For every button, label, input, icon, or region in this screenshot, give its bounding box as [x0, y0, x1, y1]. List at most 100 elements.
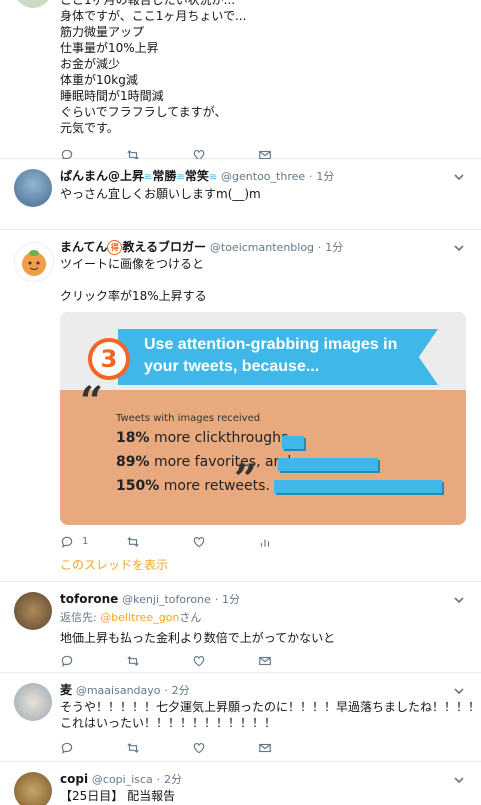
tweet-text-line2: これはいったい！！！！！！！！！！！	[60, 716, 277, 730]
stat-bar	[278, 458, 378, 471]
tweet-text-line1: ツイートに画像をつけると	[60, 257, 205, 271]
reply-prefix: 返信先:	[60, 611, 101, 624]
avatar[interactable]	[14, 169, 52, 207]
tweet-1[interactable]: ぱんまん@上昇≋常勝≋常笑≋ @gentoo_three · 1分 やっさん宜し…	[0, 159, 481, 230]
display-name[interactable]: ぱんまん@上昇	[60, 169, 144, 183]
tweet-text: やっさん宜しくお願いしますm(__)m	[60, 187, 261, 201]
intro-text: Tweets with images received	[116, 413, 261, 424]
chevron-down-icon[interactable]	[453, 774, 465, 786]
avatar[interactable]	[14, 242, 54, 282]
display-name[interactable]: copi	[60, 772, 88, 786]
tweet-text: ここ1ヶ月の報告したい状況が... 身体ですが、ここ1ヶ月ちょいで... 筋力微…	[60, 0, 467, 136]
tweet-line: 仕事量が10%上昇	[60, 41, 159, 55]
tweet-actions	[60, 650, 467, 672]
tweet-actions: 1	[60, 531, 467, 553]
wave-icon: ≋	[208, 172, 218, 183]
close-quote: ”	[234, 456, 258, 503]
tweet-0[interactable]: ここ1ヶ月の報告したい状況が... 身体ですが、ここ1ヶ月ちょいで... 筋力微…	[0, 0, 481, 161]
reply-icon	[61, 536, 73, 548]
stat-percent: 150%	[116, 478, 160, 494]
stat-percent: 18%	[116, 430, 150, 446]
separator: ·	[164, 684, 168, 697]
tweet-line: ぐらいでフラフラしてますが、	[60, 105, 227, 119]
stat-line: 18% more clickthroughs,	[116, 430, 293, 446]
tweet-header: copi @copi_isca · 2分	[60, 771, 467, 788]
analytics-button[interactable]	[258, 535, 324, 549]
display-name[interactable]: 麦	[60, 683, 72, 697]
tweet-line: ここ1ヶ月の報告したい状況が...	[60, 0, 236, 7]
retweet-icon	[127, 656, 139, 666]
tweet-line: お金が減少	[60, 57, 121, 71]
avatar[interactable]	[14, 0, 52, 8]
tweet-3[interactable]: toforone @kenji_toforone · 1分 返信先: @bell…	[0, 582, 481, 673]
reply-icon	[61, 742, 73, 754]
timestamp[interactable]: 1分	[325, 241, 343, 254]
tweet-header: ぱんまん@上昇≋常勝≋常笑≋ @gentoo_three · 1分	[60, 168, 467, 186]
separator: ·	[308, 170, 313, 183]
user-handle[interactable]: @kenji_toforone	[122, 593, 211, 606]
reply-button[interactable]	[60, 654, 126, 668]
timestamp[interactable]: 2分	[164, 773, 182, 786]
chevron-down-icon[interactable]	[453, 685, 465, 697]
reply-button[interactable]: 1	[60, 534, 126, 550]
tweet-text-line2: クリック率が18%上昇する	[60, 289, 207, 303]
separator: ·	[156, 773, 161, 786]
timestamp[interactable]: 2分	[172, 684, 190, 697]
tweet-header: toforone @kenji_toforone · 1分	[60, 591, 467, 608]
display-name[interactable]: toforone	[60, 592, 118, 606]
separator: ·	[214, 593, 219, 606]
envelope-icon	[259, 743, 271, 753]
name-badge: 得	[107, 240, 123, 255]
reply-icon	[61, 655, 73, 667]
stat-label: more favorites, and	[149, 454, 292, 470]
tweet-media[interactable]: Use attention-grabbing images in your tw…	[60, 312, 466, 525]
display-name-rest: 教えるブロガー	[122, 240, 207, 254]
tweet-line: 元気です。	[60, 121, 119, 135]
tweet-text: 【25日目】 配当報告	[60, 789, 176, 803]
timeline: ここ1ヶ月の報告したい状況が... 身体ですが、ここ1ヶ月ちょいで... 筋力微…	[0, 0, 481, 805]
heart-icon	[193, 656, 205, 667]
user-handle[interactable]: @copi_isca	[92, 773, 153, 786]
tweet-line: 身体ですが、ここ1ヶ月ちょいで...	[60, 9, 247, 23]
tweet-text: 地価上昇も払った金利より数倍で上がってかないと	[60, 631, 336, 645]
like-button[interactable]	[192, 741, 258, 755]
avatar[interactable]	[14, 592, 52, 630]
reply-button[interactable]	[60, 741, 126, 755]
stat-line: 89% more favorites, and	[116, 454, 291, 470]
wave-icon: ≋	[176, 172, 185, 183]
avatar[interactable]	[14, 683, 52, 721]
heart-icon	[193, 743, 205, 754]
tweet-actions	[60, 737, 467, 759]
reply-context: 返信先: @belltree_gonさん	[60, 610, 467, 626]
retweet-button[interactable]	[126, 741, 192, 755]
like-button[interactable]	[192, 654, 258, 668]
chevron-down-icon[interactable]	[453, 171, 465, 183]
timestamp[interactable]: 1分	[222, 593, 240, 606]
chevron-down-icon[interactable]	[453, 242, 465, 254]
dm-button[interactable]	[258, 654, 324, 668]
show-thread-link[interactable]: このスレッドを表示	[60, 557, 467, 573]
timestamp[interactable]: 1分	[316, 170, 334, 183]
reply-suffix: さん	[179, 611, 202, 624]
tweet-header: 麦 @maaisandayo · 2分	[60, 682, 467, 699]
reply-count: 1	[82, 536, 89, 547]
dm-button[interactable]	[258, 741, 324, 755]
user-handle[interactable]: @maaisandayo	[76, 684, 161, 697]
user-handle[interactable]: @toeicmantenblog	[210, 241, 314, 254]
like-button[interactable]	[192, 535, 258, 549]
reply-to-link[interactable]: @belltree_gon	[100, 611, 179, 624]
retweet-icon	[127, 743, 139, 753]
tweet-2[interactable]: まんてん得教えるブロガー @toeicmantenblog · 1分 ツイートに…	[0, 230, 481, 582]
avatar[interactable]	[14, 772, 52, 805]
stat-label: more clickthroughs,	[149, 430, 293, 446]
heart-icon	[193, 537, 205, 548]
tweet-5[interactable]: copi @copi_isca · 2分 【25日目】 配当報告	[0, 762, 481, 805]
display-name-extra2: 常笑	[184, 169, 209, 183]
display-name[interactable]: まんてん	[60, 240, 107, 254]
retweet-button[interactable]	[126, 654, 192, 668]
retweet-button[interactable]	[126, 535, 192, 549]
user-handle[interactable]: @gentoo_three	[221, 170, 305, 183]
tweet-4[interactable]: 麦 @maaisandayo · 2分 そうや！！！！！七夕運気上昇願ったのに！…	[0, 673, 481, 762]
chevron-down-icon[interactable]	[453, 594, 465, 606]
step-number: 3	[100, 345, 118, 373]
